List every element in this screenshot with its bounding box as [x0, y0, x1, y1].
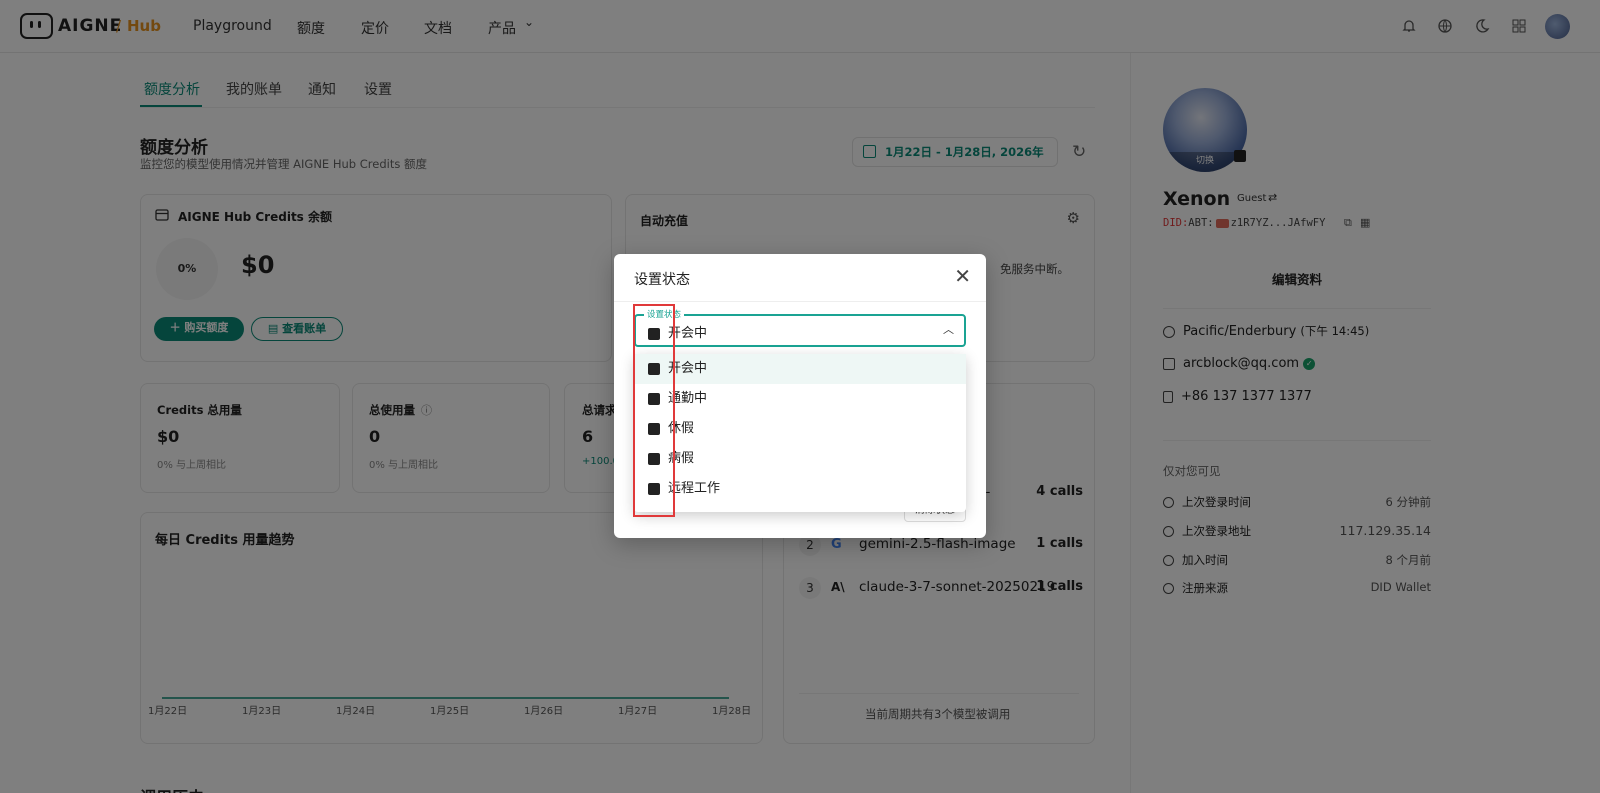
dialog-title: 设置状态	[634, 272, 690, 288]
status-options-list: 开会中 通勤中 休假 病假 远程工作	[634, 354, 966, 512]
status-option-commuting[interactable]: 通勤中	[634, 384, 966, 414]
status-option-remote[interactable]: 远程工作	[634, 474, 966, 504]
status-option-vacation[interactable]: 休假	[634, 414, 966, 444]
status-option-meeting[interactable]: 开会中	[634, 354, 966, 384]
highlight-annotation-box	[633, 304, 675, 517]
status-option-sick-leave[interactable]: 病假	[634, 444, 966, 474]
dialog-divider	[614, 301, 986, 302]
status-select[interactable]: 设置状态 开会中 ︿	[634, 308, 966, 347]
chevron-up-icon: ︿	[943, 323, 954, 336]
option-label: 远程工作	[668, 481, 721, 496]
close-icon[interactable]: ✕	[954, 264, 971, 288]
